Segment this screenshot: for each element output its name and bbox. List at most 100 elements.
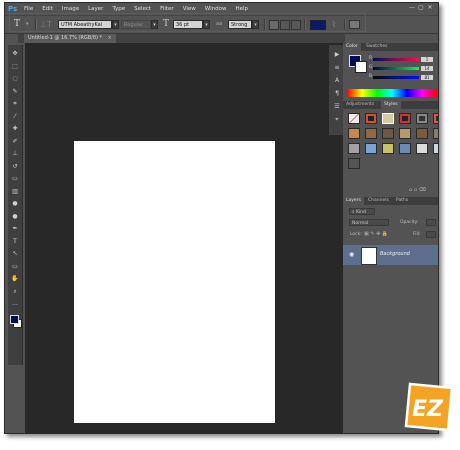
hand-tool-icon[interactable]: ✋ xyxy=(11,275,19,282)
style-swatch[interactable] xyxy=(348,143,360,154)
kind-filter[interactable]: ⌕ Kind xyxy=(349,208,375,215)
style-swatch[interactable] xyxy=(348,158,360,169)
green-slider[interactable] xyxy=(373,67,419,70)
panel-shortcut-icon[interactable]: ≡ xyxy=(333,64,341,71)
eyedropper-tool-icon[interactable]: ⁄ xyxy=(11,113,19,120)
panel-shortcut-icon[interactable]: ¶ xyxy=(333,90,341,97)
tab-color[interactable]: Color xyxy=(343,43,361,51)
blur-tool-icon[interactable]: ● xyxy=(11,200,19,207)
style-swatch[interactable] xyxy=(433,143,438,154)
zoom-tool-icon[interactable]: ⌕ xyxy=(11,288,19,295)
eraser-tool-icon[interactable]: ▭ xyxy=(11,175,19,182)
blue-slider[interactable] xyxy=(373,76,419,79)
menu-file[interactable]: File xyxy=(24,6,33,12)
gradient-tool-icon[interactable]: ▥ xyxy=(11,188,19,195)
maximize-icon[interactable]: ▢ xyxy=(417,5,425,11)
quick-select-tool-icon[interactable]: ✎ xyxy=(11,88,19,95)
collapsed-panels-column: ▶ ≡ A ¶ ☰ ⌖ xyxy=(329,45,344,135)
red-slider[interactable] xyxy=(373,58,419,61)
tab-swatches[interactable]: Swatches xyxy=(363,43,391,51)
ez-logo: EZ xyxy=(404,382,454,432)
blend-mode-select[interactable]: Normal xyxy=(349,219,389,226)
close-icon[interactable]: ✕ xyxy=(426,5,434,11)
tab-channels[interactable]: Channels xyxy=(365,197,392,205)
tab-adjustments[interactable]: Adjustments xyxy=(343,101,377,109)
fill-label: Fill: xyxy=(413,232,421,237)
tab-styles[interactable]: Styles xyxy=(381,101,401,109)
style-swatch[interactable] xyxy=(433,128,438,139)
path-select-tool-icon[interactable]: ↖ xyxy=(11,250,19,257)
style-swatch[interactable] xyxy=(382,143,394,154)
tab-layers[interactable]: Layers xyxy=(343,197,364,205)
photoshop-window: Ps File Edit Image Layer Type Select Fil… xyxy=(4,2,439,434)
style-swatch[interactable] xyxy=(365,143,377,154)
spot-heal-tool-icon[interactable]: ✚ xyxy=(11,125,19,132)
dodge-tool-icon[interactable]: ● xyxy=(11,213,19,220)
brush-tool-icon[interactable]: ✐ xyxy=(11,138,19,145)
style-swatch[interactable] xyxy=(399,143,411,154)
document-title: Untitled-1 @ 16.7% (RGB/8) * xyxy=(28,35,103,41)
color-spectrum-bar[interactable] xyxy=(347,89,437,97)
menu-filter[interactable]: Filter xyxy=(160,6,174,12)
style-swatch[interactable] xyxy=(399,113,411,124)
menu-edit[interactable]: Edit xyxy=(42,6,53,12)
style-swatch[interactable] xyxy=(399,128,411,139)
marquee-tool-icon[interactable]: ⬚ xyxy=(11,63,19,70)
lasso-tool-icon[interactable]: ◌ xyxy=(11,75,19,82)
menu-window[interactable]: Window xyxy=(205,6,227,12)
right-panels: Color Swatches R 1 G 14 B 81 Adjustments… xyxy=(343,43,438,433)
menu-select[interactable]: Select xyxy=(134,6,151,12)
clone-stamp-tool-icon[interactable]: ⊥ xyxy=(11,150,19,157)
menu-view[interactable]: View xyxy=(183,6,196,12)
style-swatch[interactable] xyxy=(416,143,428,154)
document-tab-row: Untitled-1 @ 16.7% (RGB/8) * × xyxy=(18,34,345,43)
layer-thumbnail xyxy=(361,247,377,265)
style-swatch[interactable] xyxy=(382,113,394,124)
blue-value[interactable]: 81 xyxy=(421,75,433,80)
menu-layer[interactable]: Layer xyxy=(88,6,103,12)
history-brush-tool-icon[interactable]: ↺ xyxy=(11,163,19,170)
style-swatch[interactable] xyxy=(382,128,394,139)
panel-shortcut-icon[interactable]: ☰ xyxy=(333,103,341,110)
menu-type[interactable]: Type xyxy=(112,6,125,12)
background-color-swatch[interactable] xyxy=(355,61,367,73)
document-canvas[interactable] xyxy=(74,141,275,423)
minimize-icon[interactable]: — xyxy=(408,5,416,11)
move-tool-icon[interactable]: ✥ xyxy=(11,50,19,57)
style-swatch[interactable] xyxy=(365,113,377,124)
tab-paths[interactable]: Paths xyxy=(393,197,411,205)
style-swatch[interactable] xyxy=(433,113,438,124)
layers-filter-row: ⌕ Kind xyxy=(345,208,436,216)
layer-name: Background xyxy=(380,251,410,257)
red-value[interactable]: 1 xyxy=(421,57,433,62)
extra-tool-icon[interactable]: … xyxy=(11,300,19,307)
fill-field[interactable] xyxy=(426,231,436,238)
close-icon[interactable]: × xyxy=(108,35,112,41)
style-swatch[interactable] xyxy=(416,113,428,124)
panel-shortcut-icon[interactable]: A xyxy=(333,77,341,84)
lock-icons[interactable]: ▣ ✎ ✥ 🔒 xyxy=(364,231,388,237)
kind-filter-label: Kind xyxy=(355,210,366,215)
layer-row-background[interactable]: ◉ Background xyxy=(343,245,438,265)
menu-help[interactable]: Help xyxy=(235,6,248,12)
canvas-workspace[interactable] xyxy=(25,43,345,433)
blue-channel-label: B xyxy=(369,74,373,79)
opacity-field[interactable] xyxy=(426,219,436,226)
type-tool-icon[interactable]: T xyxy=(11,238,19,245)
panel-shortcut-icon[interactable]: ▶ xyxy=(333,51,341,58)
toolbar-foreground-swatch[interactable] xyxy=(10,315,19,324)
style-swatch[interactable] xyxy=(348,128,360,139)
eye-icon[interactable]: ◉ xyxy=(349,251,354,258)
style-swatch[interactable] xyxy=(365,128,377,139)
panel-shortcut-icon[interactable]: ⌖ xyxy=(333,116,341,123)
style-swatch[interactable] xyxy=(348,113,360,124)
green-value[interactable]: 14 xyxy=(421,66,433,71)
style-swatch[interactable] xyxy=(416,128,428,139)
layers-lock-row: Lock: ▣ ✎ ✥ 🔒 Fill: xyxy=(345,231,436,239)
panel-footer-icons[interactable]: ⌂ ▫ ⌫ xyxy=(409,187,426,193)
crop-tool-icon[interactable]: ⌗ xyxy=(11,100,19,107)
menu-image[interactable]: Image xyxy=(62,6,79,12)
shape-tool-icon[interactable]: ▭ xyxy=(11,263,19,270)
pen-tool-icon[interactable]: ✒ xyxy=(11,225,19,232)
document-tab[interactable]: Untitled-1 @ 16.7% (RGB/8) * × xyxy=(24,34,116,43)
